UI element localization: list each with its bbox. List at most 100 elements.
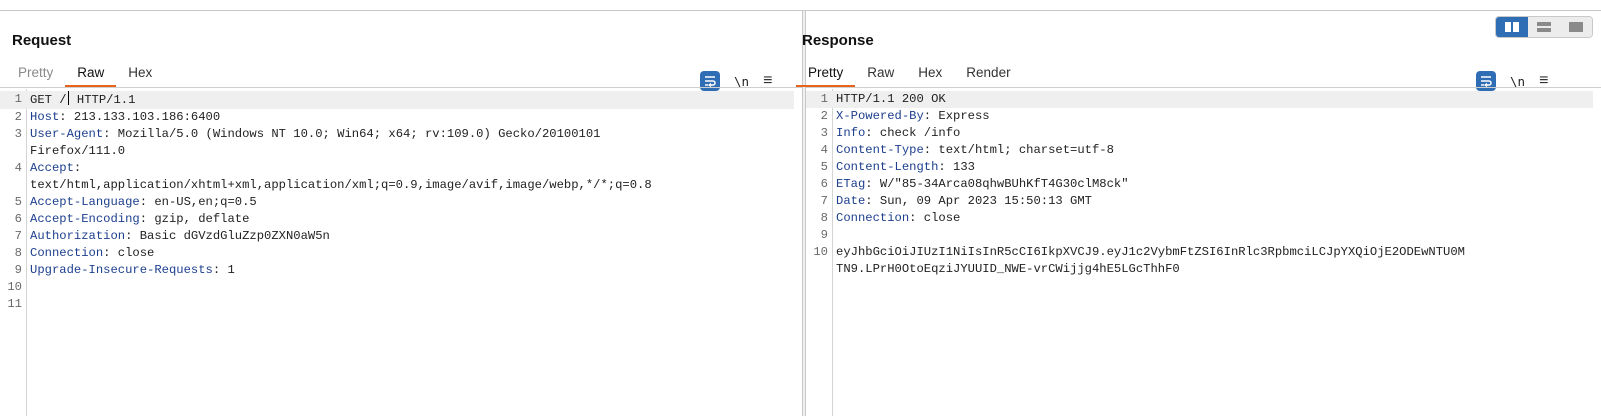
- header-value: : Basic dGVzdGluZzp0ZXN0aW5n: [125, 229, 330, 243]
- header-value: :: [73, 161, 82, 175]
- header-key: Accept-Language: [30, 195, 140, 209]
- line-content: Authorization: Basic dGVzdGluZzp0ZXN0aW5…: [26, 228, 330, 245]
- code-line: 2 Host: 213.133.103.186:6400: [0, 109, 794, 126]
- code-line: 3 Info: check /info: [806, 125, 1593, 142]
- code-line: TN9.LPrH0OtoEqziJYUUID_NWE-vrCWijjg4hE5L…: [806, 261, 1593, 278]
- header-key: Info: [836, 126, 866, 140]
- code-line: 8 Connection: close: [0, 245, 794, 262]
- header-key: Upgrade-Insecure-Requests: [30, 263, 213, 277]
- line-content: [832, 227, 836, 244]
- request-tabs-divider: [0, 87, 802, 88]
- code-line: 1 GET / HTTP/1.1: [0, 91, 794, 109]
- line-content: [26, 296, 30, 313]
- header-value: : 133: [938, 160, 975, 174]
- line-number: 10: [813, 245, 828, 259]
- code-line: 7 Authorization: Basic dGVzdGluZzp0ZXN0aW…: [0, 228, 794, 245]
- request-pane: Request Pretty Raw Hex \n ≡ 1 GET / HTTP/…: [0, 11, 802, 416]
- code-line: 9 Upgrade-Insecure-Requests: 1: [0, 262, 794, 279]
- header-key: Accept-Encoding: [30, 212, 140, 226]
- response-lines: 1 HTTP/1.1 200 OK 2 X-Powered-By: Express 3 I…: [806, 91, 1593, 278]
- header-value: HTTP/1.1: [69, 93, 136, 107]
- wrap-lines-icon[interactable]: [700, 71, 720, 91]
- code-line: 4 Content-Type: text/html; charset=utf-8: [806, 142, 1593, 159]
- code-line: 6 ETag: W/"85-34Arca08qhwBUhKfT4G30clM8ck…: [806, 176, 1593, 193]
- code-line: 4 Accept:: [0, 160, 794, 177]
- header-key: Date: [836, 194, 866, 208]
- header-value: eyJhbGciOiJIUzI1NiIsInR5cCI6IkpXVCJ9.eyJ…: [836, 245, 1465, 259]
- header-value: : close: [909, 211, 961, 225]
- header-value: TN9.LPrH0OtoEqziJYUUID_NWE-vrCWijjg4hE5L…: [836, 262, 1180, 276]
- line-content: Firefox/111.0: [26, 143, 125, 160]
- line-number: 5: [820, 160, 828, 174]
- line-content: Info: check /info: [832, 125, 960, 142]
- header-key: GET /: [30, 93, 67, 107]
- code-line: 7 Date: Sun, 09 Apr 2023 15:50:13 GMT: [806, 193, 1593, 210]
- line-content: Host: 213.133.103.186:6400: [26, 109, 220, 126]
- header-value: : check /info: [865, 126, 961, 140]
- line-number: 8: [820, 211, 828, 225]
- response-tools: \n ≡: [1476, 71, 1548, 91]
- header-value: : Sun, 09 Apr 2023 15:50:13 GMT: [865, 194, 1092, 208]
- header-key: Connection: [30, 246, 104, 260]
- line-content: Content-Length: 133: [832, 159, 975, 176]
- text-cursor: [67, 91, 69, 105]
- line-content: Accept-Encoding: gzip, deflate: [26, 211, 249, 228]
- header-value: : Mozilla/5.0 (Windows NT 10.0; Win64; x…: [103, 127, 601, 141]
- line-content: Connection: close: [832, 210, 960, 227]
- line-number: 1: [14, 92, 22, 106]
- layout-stacked-icon[interactable]: [1528, 17, 1560, 37]
- code-line: 11: [0, 296, 794, 313]
- request-title: Request: [12, 32, 72, 49]
- header-key: Content-Length: [836, 160, 939, 174]
- response-editor[interactable]: 1 HTTP/1.1 200 OK 2 X-Powered-By: Express 3 I…: [806, 89, 1601, 416]
- line-content: Connection: close: [26, 245, 154, 262]
- request-editor[interactable]: 1 GET / HTTP/1.1 2 Host: 213.133.103.186:64…: [0, 89, 802, 416]
- response-tab-hex[interactable]: Hex: [906, 61, 954, 87]
- response-pane: Response Pretty Raw Hex Render \n ≡ 1 HTT…: [796, 11, 1601, 416]
- response-title: Response: [802, 32, 874, 49]
- layout-toggle: [1495, 16, 1593, 38]
- response-tab-render[interactable]: Render: [954, 61, 1022, 87]
- request-tab-hex[interactable]: Hex: [116, 61, 164, 87]
- line-number: 7: [820, 194, 828, 208]
- line-content: Upgrade-Insecure-Requests: 1: [26, 262, 235, 279]
- line-number: [0, 143, 26, 160]
- layout-single-icon[interactable]: [1560, 17, 1592, 37]
- code-line: text/html,application/xhtml+xml,applicat…: [0, 177, 794, 194]
- wrap-lines-icon[interactable]: [1476, 71, 1496, 91]
- code-line: 3 User-Agent: Mozilla/5.0 (Windows NT 10.…: [0, 126, 794, 143]
- header-value: : close: [103, 246, 155, 260]
- request-tab-raw[interactable]: Raw: [65, 61, 117, 87]
- header-key: Content-Type: [836, 143, 924, 157]
- code-line: Firefox/111.0: [0, 143, 794, 160]
- request-tab-pretty[interactable]: Pretty: [6, 61, 65, 87]
- line-number: 9: [14, 263, 22, 277]
- line-content: [26, 279, 30, 296]
- line-content: Date: Sun, 09 Apr 2023 15:50:13 GMT: [832, 193, 1092, 210]
- header-value: : en-US,en;q=0.5: [139, 195, 257, 209]
- line-content: eyJhbGciOiJIUzI1NiIsInR5cCI6IkpXVCJ9.eyJ…: [832, 244, 1465, 261]
- layout-side-by-side-icon[interactable]: [1496, 17, 1528, 37]
- response-tab-pretty[interactable]: Pretty: [796, 61, 856, 87]
- line-number: 1: [820, 92, 828, 106]
- line-number: 5: [14, 195, 22, 209]
- line-number: [0, 177, 26, 194]
- line-content: X-Powered-By: Express: [832, 108, 990, 125]
- header-value: : W/"85-34Arca08qhwBUhKfT4G30clM8ck": [865, 177, 1129, 191]
- code-line: 8 Connection: close: [806, 210, 1593, 227]
- line-number: 4: [14, 161, 22, 175]
- line-content: ETag: W/"85-34Arca08qhwBUhKfT4G30clM8ck": [832, 176, 1129, 193]
- header-key: Authorization: [30, 229, 126, 243]
- response-tab-raw[interactable]: Raw: [855, 61, 906, 87]
- line-number: 6: [14, 212, 22, 226]
- line-content: text/html,application/xhtml+xml,applicat…: [26, 177, 652, 194]
- header-value: Firefox/111.0: [30, 144, 126, 158]
- header-key: Connection: [836, 211, 910, 225]
- code-line: 10: [0, 279, 794, 296]
- request-tabs: Pretty Raw Hex: [6, 61, 164, 87]
- line-number: 2: [820, 109, 828, 123]
- line-content: TN9.LPrH0OtoEqziJYUUID_NWE-vrCWijjg4hE5L…: [832, 261, 1180, 278]
- code-line: 2 X-Powered-By: Express: [806, 108, 1593, 125]
- code-line: 9: [806, 227, 1593, 244]
- header-value: : 213.133.103.186:6400: [59, 110, 221, 124]
